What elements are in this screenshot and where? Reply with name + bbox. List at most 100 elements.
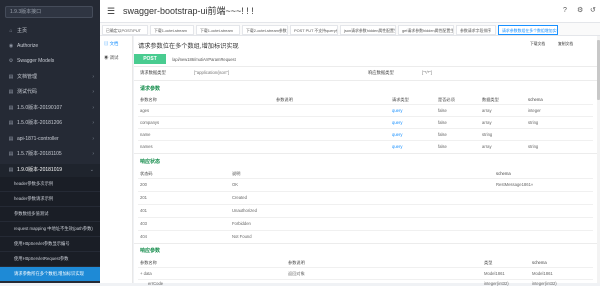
sidebar-subitem[interactable]: 使用HttpServletRequest参数	[0, 252, 100, 266]
folder-icon: ▤	[8, 89, 14, 95]
table-cell: string	[482, 132, 493, 137]
table-cell: Model1861	[484, 271, 505, 276]
home-icon: ⌂	[9, 28, 13, 34]
table-header: 参数名称	[140, 260, 157, 265]
divider	[138, 104, 593, 105]
chevron-down-icon: ⌄	[89, 167, 94, 173]
sidebar-item-home[interactable]: ⌂ 主页	[0, 25, 100, 38]
table-header: 是否必须	[438, 97, 455, 102]
divider	[138, 191, 593, 192]
divider	[134, 80, 597, 81]
table-cell: false	[438, 120, 447, 125]
response-status-title: 响应状态	[140, 159, 161, 165]
sidebar-item-label: Authorize	[17, 43, 39, 49]
sidebar-item-doc-management[interactable]: ▤ 文档管理 ›	[0, 71, 100, 84]
resp-type-value: ["*/*"]	[422, 70, 432, 75]
chevron-right-icon: ›	[92, 74, 94, 80]
table-cell: + data	[140, 271, 152, 276]
sidebar-subitem[interactable]: 使用HttpServlet参数显示编号	[0, 237, 100, 251]
tab-active[interactable]: 请求参数数组在多个数组增加实体	[498, 25, 558, 35]
tab[interactable]: get请求参数hidden属性配置生效	[398, 25, 454, 35]
page-title: swagger-bootstrap-ui前端~~~! ! !	[123, 6, 254, 16]
tab[interactable]: json请求参数hidden属性配置生效	[340, 25, 396, 35]
sidebar-item-v150-20181206[interactable]: ▤ 1.5.0版本-20181206 ›	[0, 117, 100, 130]
divider	[138, 267, 593, 268]
doc-debug-pane: ▤ 文档 ◉ 调试	[100, 36, 133, 283]
table-cell: array	[482, 144, 492, 149]
help-icon[interactable]: ?	[563, 7, 567, 15]
tab[interactable]: 参数请求字段排序	[456, 25, 496, 35]
table-cell: RestMessage1861«	[496, 182, 534, 187]
sidebar-subitem[interactable]: request mapping 中地址不生效(path参数)	[0, 222, 100, 236]
sidebar-item-label: 1.5.7版本-20181105	[17, 151, 62, 157]
authorize-icon: ◉	[8, 43, 14, 49]
sidebar-subitem[interactable]: header参数多次示例	[0, 177, 100, 191]
table-header: 说明	[232, 171, 241, 176]
gear-icon[interactable]: ⚙	[577, 7, 583, 15]
refresh-icon[interactable]: ↺	[590, 7, 596, 15]
api-doc-content: 请求参数位在多个数组,增加标识实现 下载文档 复制文档 POST /api/ne…	[134, 36, 597, 286]
chevron-right-icon: ›	[92, 136, 94, 142]
api-title: 请求参数位在多个数组,增加标识实现	[138, 43, 239, 50]
menu-icon[interactable]: ☰	[107, 6, 115, 16]
table-cell: Model1861	[532, 271, 553, 276]
table-cell: integer	[528, 108, 541, 113]
download-doc-button[interactable]: 下载文档	[530, 42, 545, 47]
table-header: schema	[528, 97, 543, 102]
sidebar-item-v190-20181019[interactable]: ▤ 1.9.0版本-20181019 ⌄	[0, 164, 100, 177]
sidebar-item-v150-20190107[interactable]: ▤ 1.5.0版本-20190107 ›	[0, 102, 100, 115]
table-cell: 200	[140, 182, 147, 187]
search-input[interactable]: 1.9.3版本接口	[5, 6, 93, 18]
folder-icon: ▤	[8, 74, 14, 80]
sidebar-item-label: 测试代码	[17, 89, 38, 95]
tab[interactable]: POST PUT 不支持query参数	[290, 25, 338, 35]
sidebar-item-label: 1.9.0版本-20181019	[17, 167, 63, 173]
divider	[138, 178, 593, 179]
table-cell: false	[438, 108, 447, 113]
table-cell: query	[392, 144, 403, 149]
table-cell: string	[528, 144, 539, 149]
table-cell: names	[140, 144, 153, 149]
copy-doc-button[interactable]: 复制文档	[558, 42, 573, 47]
tab[interactable]: 下载1-octet-stream	[150, 25, 194, 35]
sidebar-subitem[interactable]: header参数请求示例	[0, 192, 100, 206]
table-cell: Unauthorized	[232, 208, 257, 213]
table-header: 参数说明	[276, 97, 293, 102]
sidebar-item-label: api-1871-controller	[17, 136, 59, 142]
sidebar-item-label: Swagger Models	[17, 58, 55, 64]
sidebar-subitem[interactable]: 参数数组多值测试	[0, 207, 100, 221]
sidebar-item-authorize[interactable]: ◉ Authorize	[0, 40, 100, 53]
table-header: 参数说明	[288, 260, 305, 265]
table-cell: 404	[140, 234, 147, 239]
divider	[138, 279, 593, 280]
table-cell: 403	[140, 221, 147, 226]
sidebar-item-label: 1.5.0版本-20181206	[17, 120, 63, 126]
top-bar: ☰ swagger-bootstrap-ui前端~~~! ! ! ? ⚙ ↺	[100, 0, 600, 23]
sidebar-item-swagger-models[interactable]: ⚙ Swagger Models	[0, 55, 100, 68]
doc-tab-label: 文档	[109, 41, 119, 46]
sidebar-subitem-active[interactable]: 请求参数所在多个数组,增加标识实现	[0, 267, 100, 281]
debug-tab[interactable]: ◉ 调试	[104, 54, 118, 62]
divider	[138, 116, 593, 117]
folder-icon: ▤	[8, 120, 14, 126]
table-header: schema	[496, 171, 511, 176]
table-cell: integer(int32)	[484, 281, 509, 286]
sidebar: 1.9.3版本接口 ⌂ 主页 ◉ Authorize ⚙ Swagger Models…	[0, 0, 100, 283]
doc-tab[interactable]: ▤ 文档	[104, 40, 118, 48]
folder-icon: ▤	[8, 151, 14, 157]
sidebar-item-label: 主页	[17, 28, 28, 34]
divider	[138, 204, 593, 205]
sidebar-item-api-1871[interactable]: ▤ api-1871-controller ›	[0, 133, 100, 146]
tab[interactable]: 已确定以POST/PUT	[102, 25, 148, 35]
tab[interactable]: 下载1-octet-stream	[196, 25, 240, 35]
table-header: 参数名称	[140, 97, 157, 102]
request-params-title: 请求参数	[140, 86, 161, 92]
sidebar-item-v157-20181105[interactable]: ▤ 1.5.7版本-20181105 ›	[0, 148, 100, 161]
response-params-title: 响应参数	[140, 248, 161, 254]
chevron-right-icon: ›	[92, 120, 94, 126]
sidebar-item-test-code[interactable]: ▤ 测试代码 ›	[0, 86, 100, 99]
table-cell: companys	[140, 120, 160, 125]
table-cell-text: data	[143, 271, 152, 276]
tab[interactable]: 下载2-octet-stream参数	[242, 25, 288, 35]
table-cell: string	[528, 120, 539, 125]
